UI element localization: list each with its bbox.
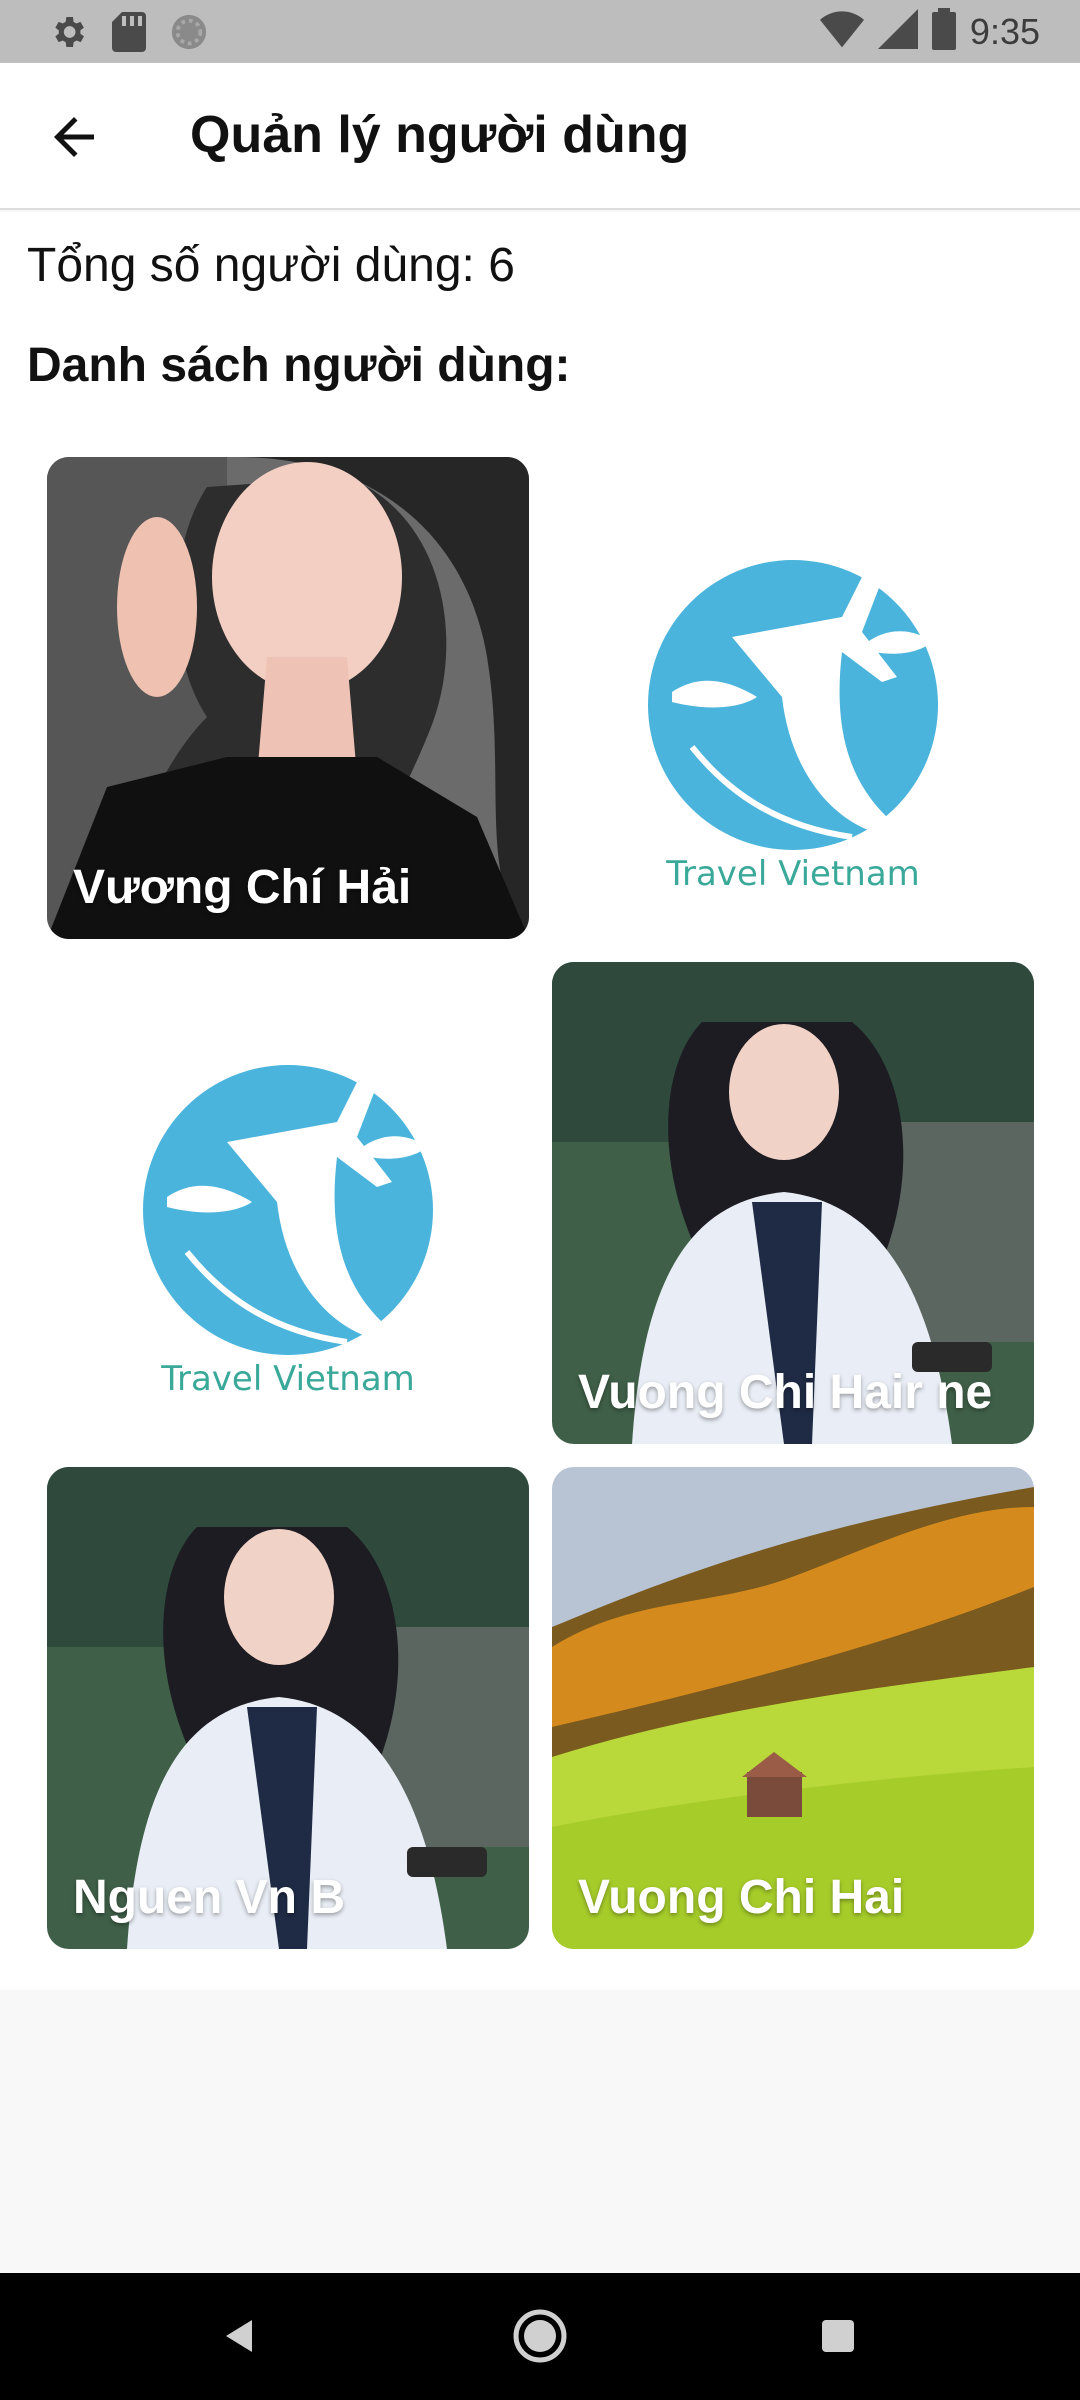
back-button[interactable] (36, 99, 112, 175)
circle-icon (170, 13, 208, 56)
travel-vietnam-logo: Travel Vietnam (552, 457, 1034, 939)
back-triangle-icon (226, 2320, 252, 2352)
user-card[interactable]: Travel Vietnam (47, 962, 529, 1444)
cell-signal-icon (877, 9, 918, 54)
arrow-back-icon (54, 117, 94, 157)
status-left-icons (48, 12, 208, 57)
user-name: Vương Chí Hải (73, 861, 412, 914)
user-card[interactable]: Vuong Chi Hair ne (552, 962, 1034, 1444)
user-card[interactable]: Travel Vietnam (552, 457, 1034, 939)
total-users-label: Tổng số người dùng: 6 (27, 239, 515, 292)
user-list-heading: Danh sách người dùng: (27, 339, 571, 392)
user-name: Nguen Vn B (73, 1871, 345, 1924)
recents-square-icon (822, 2320, 854, 2352)
nav-back-button[interactable] (207, 2303, 273, 2369)
app-bar: Quản lý người dùng (0, 63, 1080, 210)
home-circle-icon (513, 2309, 567, 2363)
travel-vietnam-logo: Travel Vietnam (47, 962, 529, 1444)
logo-text: Travel Vietnam (160, 1359, 415, 1399)
nav-home-button[interactable] (507, 2303, 573, 2369)
user-card[interactable]: Vương Chí Hải (47, 457, 529, 939)
main-content: Tổng số người dùng: 6 Danh sách người dù… (0, 212, 1080, 1990)
user-card[interactable]: Vuong Chi Hai (552, 1467, 1034, 1949)
status-bar: 9:35 (0, 0, 1080, 63)
system-nav-bar (0, 2273, 1080, 2400)
nav-recents-button[interactable] (805, 2303, 871, 2369)
user-name: Vuong Chi Hai (578, 1871, 905, 1924)
page-title: Quản lý người dùng (190, 106, 690, 164)
logo-text: Travel Vietnam (665, 854, 920, 894)
wifi-icon (819, 9, 864, 54)
settings-icon (48, 12, 88, 57)
user-card[interactable]: Nguen Vn B (47, 1467, 529, 1949)
battery-icon (931, 8, 956, 55)
sd-card-icon (112, 12, 146, 57)
status-time: 9:35 (969, 10, 1040, 52)
user-name: Vuong Chi Hair ne (578, 1366, 993, 1419)
status-right-icons: 9:35 (819, 8, 1040, 55)
